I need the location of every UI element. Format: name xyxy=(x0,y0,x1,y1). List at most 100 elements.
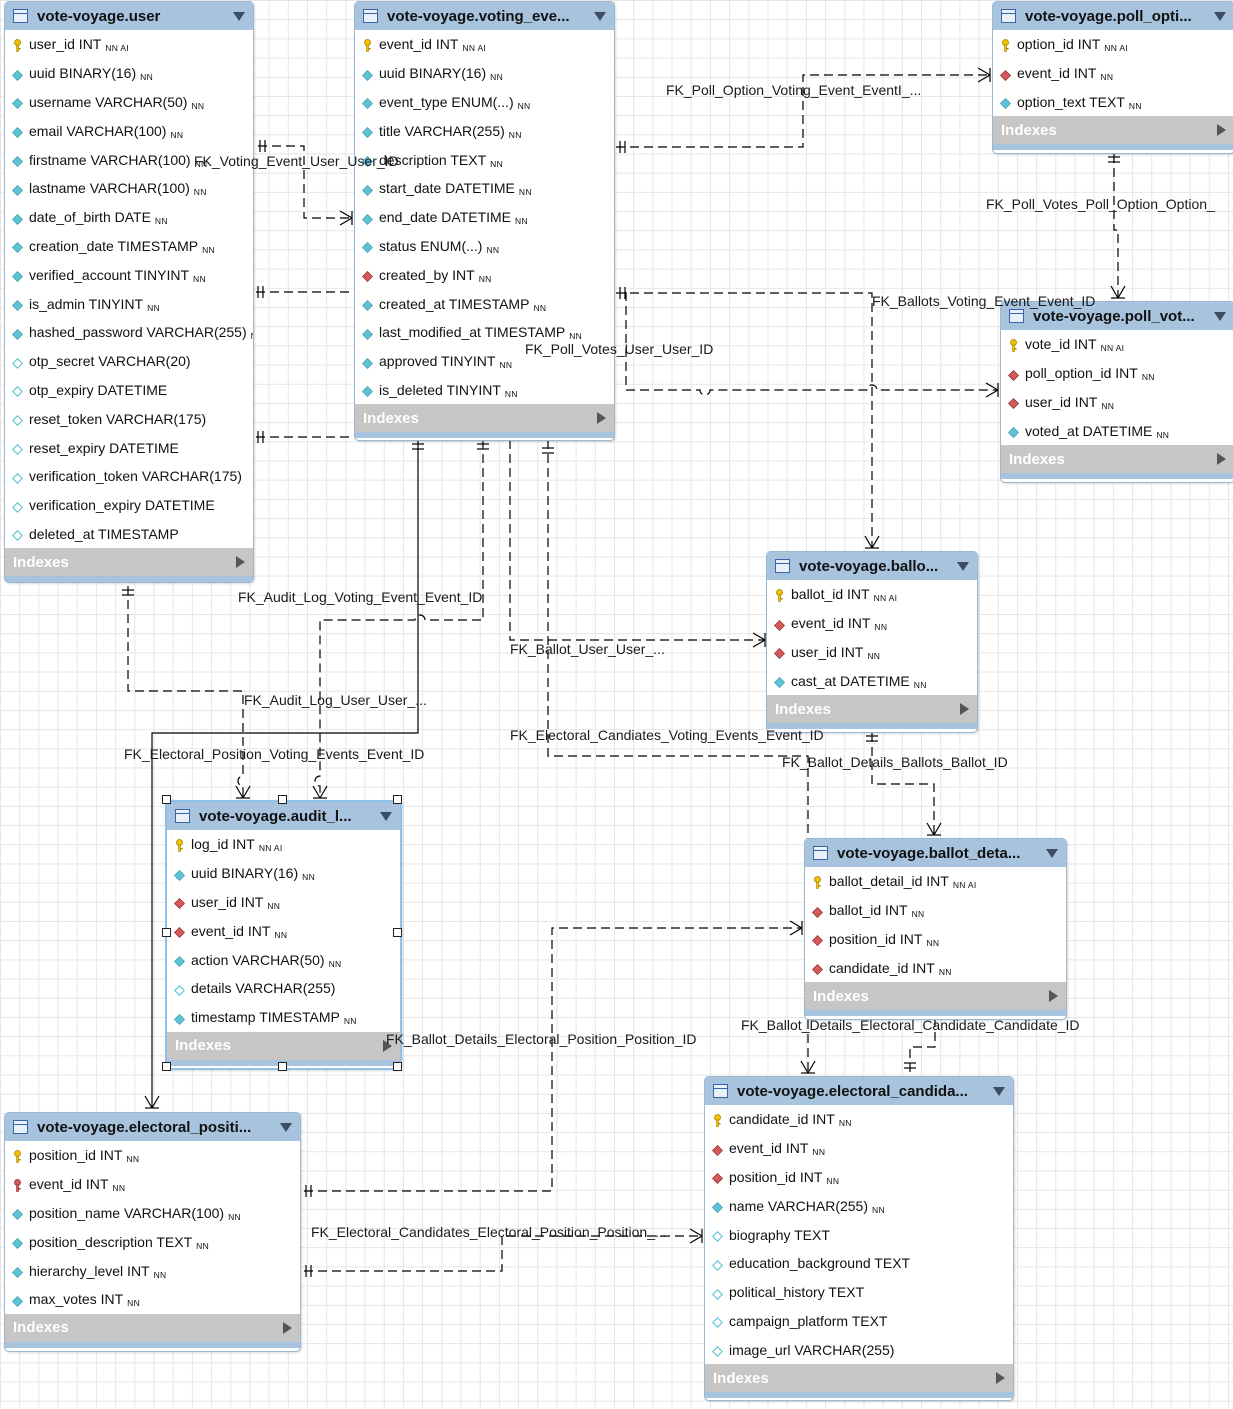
column-email[interactable]: email VARCHAR(100) NN xyxy=(5,116,253,145)
indexes-section[interactable]: Indexes xyxy=(5,1313,300,1348)
expand-arrow-icon[interactable] xyxy=(996,1372,1005,1385)
selection-handle[interactable] xyxy=(162,928,171,937)
column-option-text[interactable]: option_text TEXT NN xyxy=(993,88,1233,117)
column-uuid[interactable]: uuid BINARY(16) NN xyxy=(5,59,253,88)
column-user-id[interactable]: user_id INT NN AI xyxy=(5,30,253,59)
entity-voting-events[interactable]: vote-voyage.voting_eve... event_id INT NN … xyxy=(354,1,615,441)
indexes-section[interactable]: Indexes xyxy=(5,548,253,582)
entity-electoral-positions[interactable]: vote-voyage.electoral_positi... position_… xyxy=(4,1112,301,1352)
column-start-date[interactable]: start_date DATETIME NN xyxy=(355,174,614,203)
entity-header[interactable]: vote-voyage.user xyxy=(5,2,253,30)
column-event-id[interactable]: event_id INT NN AI xyxy=(355,30,614,59)
selection-handle[interactable] xyxy=(278,1062,287,1071)
selection-handle[interactable] xyxy=(393,1062,402,1071)
indexes-section[interactable]: Indexes xyxy=(167,1031,400,1066)
column-end-date[interactable]: end_date DATETIME NN xyxy=(355,203,614,232)
column-hashed-password[interactable]: hashed_password VARCHAR(255) NN xyxy=(5,318,253,347)
entity-header[interactable]: vote-voyage.electoral_candida... xyxy=(705,1077,1013,1105)
selection-handle[interactable] xyxy=(278,795,287,804)
entity-audit-log[interactable]: vote-voyage.audit_l... log_id INT NN AI uui… xyxy=(165,800,402,1070)
indexes-section[interactable]: Indexes xyxy=(805,982,1066,1017)
column-details[interactable]: details VARCHAR(255) xyxy=(167,974,400,1003)
collapse-caret-icon[interactable] xyxy=(233,11,245,21)
column-name[interactable]: name VARCHAR(255) NN xyxy=(705,1191,1013,1220)
column-event-type[interactable]: event_type ENUM(...) NN xyxy=(355,88,614,117)
column-verification-expiry[interactable]: verification_expiry DATETIME xyxy=(5,491,253,520)
column-campaign-platform[interactable]: campaign_platform TEXT xyxy=(705,1307,1013,1336)
column-title[interactable]: title VARCHAR(255) NN xyxy=(355,116,614,145)
collapse-caret-icon[interactable] xyxy=(993,1086,1005,1096)
column-hierarchy-level[interactable]: hierarchy_level INT NN xyxy=(5,1256,300,1285)
column-poll-option-id[interactable]: poll_option_id INT NN xyxy=(1001,359,1233,388)
column-uuid[interactable]: uuid BINARY(16) NN xyxy=(167,859,400,888)
column-uuid[interactable]: uuid BINARY(16) NN xyxy=(355,59,614,88)
entity-header[interactable]: vote-voyage.ballo... xyxy=(767,552,977,580)
entity-user[interactable]: vote-voyage.user user_id INT NN AI uuid BIN… xyxy=(4,1,254,583)
entity-header[interactable]: vote-voyage.poll_opti... xyxy=(993,2,1233,30)
entity-header[interactable]: vote-voyage.voting_eve... xyxy=(355,2,614,30)
column-event-id[interactable]: event_id INT NN xyxy=(993,59,1233,88)
collapse-caret-icon[interactable] xyxy=(957,561,969,571)
column-reset-token[interactable]: reset_token VARCHAR(175) xyxy=(5,404,253,433)
column-biography[interactable]: biography TEXT xyxy=(705,1220,1013,1249)
column-position-id[interactable]: position_id INT NN xyxy=(5,1141,300,1170)
expand-arrow-icon[interactable] xyxy=(1217,453,1226,466)
column-creation-date[interactable]: creation_date TIMESTAMP NN xyxy=(5,232,253,261)
column-reset-expiry[interactable]: reset_expiry DATETIME xyxy=(5,433,253,462)
selection-handle[interactable] xyxy=(162,1062,171,1071)
selection-handle[interactable] xyxy=(393,795,402,804)
column-position-description[interactable]: position_description TEXT NN xyxy=(5,1227,300,1256)
collapse-caret-icon[interactable] xyxy=(594,11,606,21)
column-verification-token[interactable]: verification_token VARCHAR(175) xyxy=(5,462,253,491)
column-created-at[interactable]: created_at TIMESTAMP NN xyxy=(355,289,614,318)
column-is-admin[interactable]: is_admin TINYINT NN xyxy=(5,289,253,318)
column-image-url[interactable]: image_url VARCHAR(255) xyxy=(705,1335,1013,1364)
column-position-id[interactable]: position_id INT NN xyxy=(805,925,1066,954)
column-is-deleted[interactable]: is_deleted TINYINT NN xyxy=(355,376,614,405)
selection-handle[interactable] xyxy=(162,795,171,804)
collapse-caret-icon[interactable] xyxy=(280,1122,292,1132)
column-otp-expiry[interactable]: otp_expiry DATETIME xyxy=(5,376,253,405)
column-verified-account[interactable]: verified_account TINYINT NN xyxy=(5,260,253,289)
column-deleted-at[interactable]: deleted_at TIMESTAMP xyxy=(5,520,253,549)
entity-poll-options[interactable]: vote-voyage.poll_opti... option_id INT NN … xyxy=(992,1,1233,154)
expand-arrow-icon[interactable] xyxy=(236,556,245,569)
column-ballot-detail-id[interactable]: ballot_detail_id INT NN AI xyxy=(805,867,1066,896)
entity-header[interactable]: vote-voyage.audit_l... xyxy=(167,802,400,830)
column-username[interactable]: username VARCHAR(50) NN xyxy=(5,88,253,117)
column-event-id[interactable]: event_id INT NN xyxy=(767,609,977,638)
collapse-caret-icon[interactable] xyxy=(380,811,392,821)
entity-poll-votes[interactable]: vote-voyage.poll_vot... vote_id INT NN AI p… xyxy=(1000,301,1233,483)
expand-arrow-icon[interactable] xyxy=(597,412,606,425)
indexes-section[interactable]: Indexes xyxy=(355,404,614,439)
column-timestamp[interactable]: timestamp TIMESTAMP NN xyxy=(167,1003,400,1032)
column-candidate-id[interactable]: candidate_id INT NN xyxy=(705,1105,1013,1134)
entity-header[interactable]: vote-voyage.ballot_deta... xyxy=(805,839,1066,867)
indexes-section[interactable]: Indexes xyxy=(705,1364,1013,1399)
column-user-id[interactable]: user_id INT NN xyxy=(167,888,400,917)
column-user-id[interactable]: user_id INT NN xyxy=(767,638,977,667)
column-status[interactable]: status ENUM(...) NN xyxy=(355,232,614,261)
column-event-id[interactable]: event_id INT NN xyxy=(167,916,400,945)
collapse-caret-icon[interactable] xyxy=(1214,11,1226,21)
column-vote-id[interactable]: vote_id INT NN AI xyxy=(1001,330,1233,359)
column-option-id[interactable]: option_id INT NN AI xyxy=(993,30,1233,59)
column-political-history[interactable]: political_history TEXT xyxy=(705,1278,1013,1307)
selection-handle[interactable] xyxy=(393,928,402,937)
column-ballot-id[interactable]: ballot_id INT NN xyxy=(805,896,1066,925)
column-action[interactable]: action VARCHAR(50) NN xyxy=(167,945,400,974)
column-event-id[interactable]: event_id INT NN xyxy=(705,1134,1013,1163)
indexes-section[interactable]: Indexes xyxy=(993,116,1233,151)
expand-arrow-icon[interactable] xyxy=(960,703,969,716)
expand-arrow-icon[interactable] xyxy=(283,1321,292,1334)
column-lastname[interactable]: lastname VARCHAR(100) NN xyxy=(5,174,253,203)
entity-ballots[interactable]: vote-voyage.ballo... ballot_id INT NN AI ev… xyxy=(766,551,978,733)
column-candidate-id[interactable]: candidate_id INT NN xyxy=(805,953,1066,982)
column-otp-secret[interactable]: otp_secret VARCHAR(20) xyxy=(5,347,253,376)
column-position-id[interactable]: position_id INT NN xyxy=(705,1163,1013,1192)
expand-arrow-icon[interactable] xyxy=(1217,124,1226,137)
column-cast-at[interactable]: cast_at DATETIME NN xyxy=(767,666,977,695)
indexes-section[interactable]: Indexes xyxy=(767,695,977,730)
column-user-id[interactable]: user_id INT NN xyxy=(1001,388,1233,417)
column-date-of-birth[interactable]: date_of_birth DATE NN xyxy=(5,203,253,232)
